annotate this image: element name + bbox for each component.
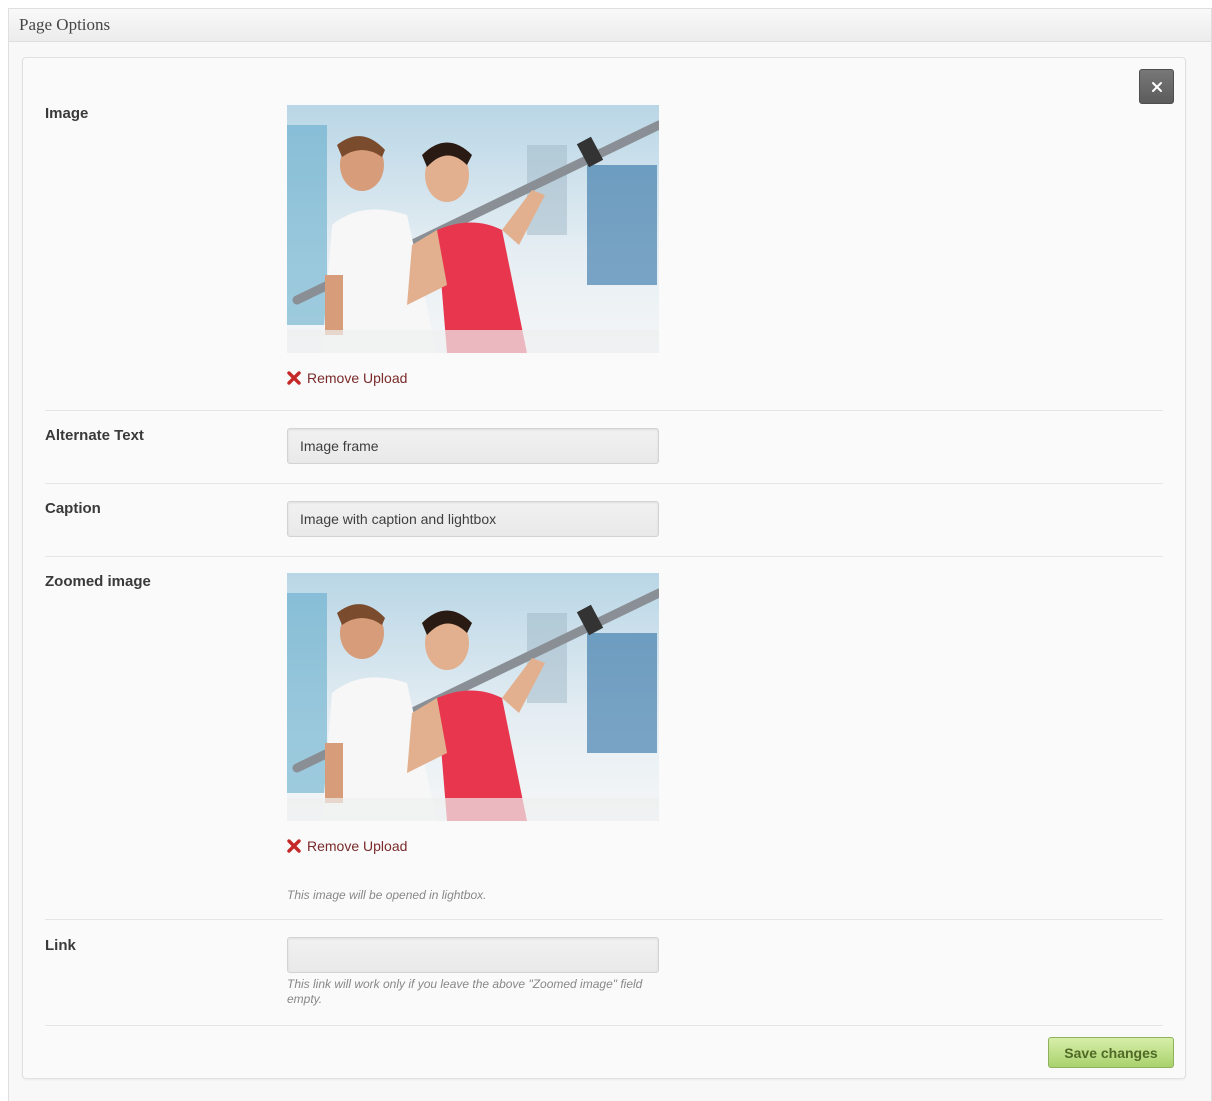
metabox-header[interactable]: Page Options xyxy=(9,9,1211,42)
image-label: Image xyxy=(45,105,89,122)
alternate-text-row: Alternate Text xyxy=(45,411,1163,484)
remove-upload-label: Remove Upload xyxy=(307,370,408,386)
caption-input[interactable] xyxy=(287,501,659,537)
image-preview xyxy=(287,105,659,353)
image-options-panel: Image Remove Upload Alternate Text Image… xyxy=(22,57,1186,1079)
remove-zoomed-upload-label: Remove Upload xyxy=(307,838,408,854)
link-row: Link This link will work only if you lea… xyxy=(45,920,1163,1026)
image-row: Image Remove Upload xyxy=(45,58,1163,411)
alternate-text-input[interactable] xyxy=(287,428,659,464)
link-label: Link xyxy=(45,937,76,954)
remove-x-icon xyxy=(287,839,301,853)
metabox-title: Page Options xyxy=(19,15,111,34)
zoomed-image-hint: This image will be opened in lightbox. xyxy=(287,888,487,902)
remove-zoomed-upload-link[interactable]: Remove Upload xyxy=(287,838,659,854)
caption-row: Caption xyxy=(45,484,1163,557)
link-hint: This link will work only if you leave th… xyxy=(287,977,643,1006)
save-changes-button[interactable]: Save changes xyxy=(1048,1037,1174,1068)
alternate-text-label: Alternate Text xyxy=(45,427,144,444)
remove-upload-link[interactable]: Remove Upload xyxy=(287,370,659,386)
caption-label: Caption xyxy=(45,500,101,517)
remove-x-icon xyxy=(287,371,301,385)
link-input[interactable] xyxy=(287,937,659,973)
zoomed-image-row: Zoomed image Remove Upload This image wi… xyxy=(45,557,1163,920)
zoomed-image-preview xyxy=(287,573,659,821)
zoomed-image-label: Zoomed image xyxy=(45,573,151,590)
